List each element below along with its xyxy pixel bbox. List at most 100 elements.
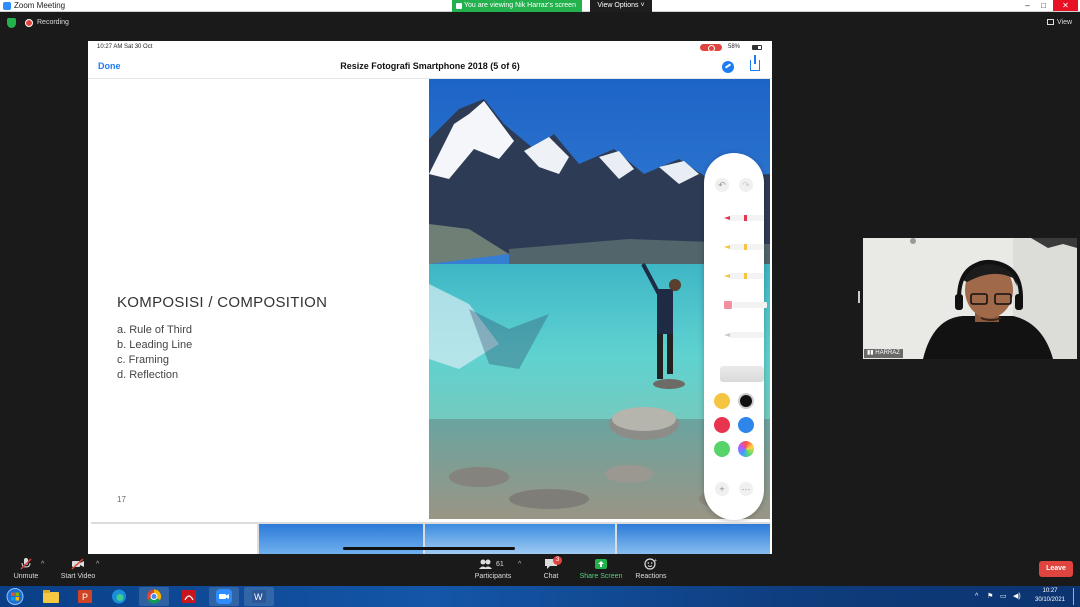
markup-pen-icon[interactable] — [722, 61, 734, 73]
viewing-screen-banner: You are viewing Nik Harraz's screen — [452, 0, 582, 12]
action-center-flag-icon[interactable]: ⚑ — [987, 586, 993, 607]
leave-button[interactable]: Leave — [1039, 561, 1073, 577]
ipad-nav-bar: Done Resize Fotografi Smartphone 2018 (5… — [88, 54, 772, 79]
participant-name-tag: ▮▮ HARRAZ — [864, 349, 903, 358]
list-item: c. Framing — [117, 354, 169, 366]
color-swatch-black[interactable] — [738, 393, 754, 409]
color-swatch-yellow[interactable] — [714, 393, 730, 409]
pencil-tool[interactable] — [724, 272, 764, 280]
powerpoint-icon[interactable]: P — [70, 587, 100, 606]
slide-heading: KOMPOSISI / COMPOSITION — [117, 294, 328, 311]
participants-label: Participants — [474, 573, 512, 580]
close-button[interactable]: ✕ — [1053, 0, 1078, 11]
page-thumbnail[interactable] — [617, 524, 770, 554]
color-swatch-blue[interactable] — [738, 417, 754, 433]
shared-screen: 10:27 AM Sat 30 Oct 58% Done Resize Foto… — [88, 41, 772, 554]
list-item: d. Reflection — [117, 369, 179, 381]
panel-resize-handle[interactable] — [858, 291, 860, 303]
reactions-label: Reactions — [635, 573, 667, 580]
reactions-button[interactable]: + Reactions — [633, 555, 669, 581]
title-bar: Zoom Meeting You are viewing Nik Harraz'… — [0, 0, 1080, 12]
redo-icon[interactable]: ↷ — [739, 178, 753, 192]
muted-microphone-icon — [19, 558, 33, 570]
chrome-browser-icon[interactable] — [139, 587, 169, 606]
participants-count: 61 — [496, 561, 504, 568]
ipad-time: 10:27 AM Sat 30 Oct — [97, 44, 153, 50]
participant-avatar — [863, 238, 1077, 359]
chat-label: Chat — [543, 573, 559, 580]
gallery-grid-icon — [1047, 19, 1054, 25]
more-icon[interactable]: ··· — [739, 482, 753, 496]
color-picker-icon[interactable] — [738, 441, 754, 457]
home-indicator — [343, 547, 515, 550]
ruler-tool[interactable] — [720, 366, 764, 382]
zoom-app-taskbar-icon[interactable] — [209, 587, 239, 606]
start-video-button[interactable]: Start Video — [58, 555, 98, 581]
screen-share-icon — [456, 3, 462, 9]
share-icon[interactable] — [750, 55, 760, 71]
minimize-icon: – — [1025, 1, 1030, 10]
marker-tool[interactable] — [724, 243, 764, 251]
document-title: Resize Fotografi Smartphone 2018 (5 of 6… — [340, 61, 520, 71]
view-options-label: View Options — [597, 2, 639, 9]
markup-toolbar: ↶ ↷ + ··· — [704, 153, 767, 520]
video-options-chevron-icon[interactable]: ^ — [96, 561, 99, 568]
slide-page-number: 17 — [117, 495, 126, 504]
clock-time: 10:27 — [1042, 588, 1058, 594]
svg-text:+: + — [654, 558, 657, 564]
battery-icon — [752, 45, 762, 50]
start-menu-icon[interactable] — [2, 587, 28, 606]
screen-recording-indicator — [700, 44, 722, 52]
clock-date: 30/10/2021 — [1034, 597, 1066, 603]
unmute-button[interactable]: Unmute — [8, 555, 44, 581]
share-banner-text: You are viewing Nik Harraz's screen — [464, 2, 576, 9]
encryption-shield-icon[interactable] — [7, 18, 16, 28]
list-item: b. Leading Line — [117, 339, 193, 351]
list-item: a. Rule of Third — [117, 324, 193, 336]
slide-text-panel: KOMPOSISI / COMPOSITION a. Rule of Third… — [91, 79, 429, 519]
share-screen-label: Share Screen — [579, 573, 623, 580]
taskbar-clock[interactable]: 10:27 30/10/2021 — [1030, 587, 1070, 605]
show-desktop-button[interactable] — [1073, 588, 1074, 605]
network-icon[interactable]: ▭ — [1000, 586, 1007, 607]
eraser-tool[interactable] — [724, 301, 767, 309]
slide-page: KOMPOSISI / COMPOSITION a. Rule of Third… — [91, 79, 770, 520]
word-icon[interactable]: W — [244, 587, 274, 606]
page-thumbnail[interactable] — [91, 524, 257, 554]
pen-tool[interactable] — [724, 214, 764, 222]
show-hidden-icons-chevron-icon[interactable]: ^ — [975, 586, 978, 607]
meeting-controls-bar: Unmute ^ Start Video ^ 61 Participants ^… — [0, 555, 1080, 586]
edge-browser-icon[interactable] — [104, 587, 134, 606]
svg-text:W: W — [254, 592, 263, 602]
share-screen-icon — [594, 558, 608, 570]
color-swatch-green[interactable] — [714, 441, 730, 457]
acrobat-reader-icon[interactable] — [174, 587, 204, 606]
zoom-app-icon — [3, 2, 11, 10]
volume-icon[interactable]: ◀) — [1013, 586, 1021, 607]
share-screen-button[interactable]: Share Screen — [579, 555, 623, 581]
unmute-label: Unmute — [13, 573, 39, 580]
view-label: View — [1057, 19, 1073, 26]
color-swatch-red[interactable] — [714, 417, 730, 433]
participants-button[interactable]: 61 Participants — [470, 555, 516, 581]
view-button[interactable]: View — [1047, 17, 1072, 29]
reactions-icon: + — [644, 558, 658, 570]
windows-taskbar: P W ^ ⚑ ▭ ◀) 10:27 30/10/2021 — [0, 586, 1080, 607]
undo-icon[interactable]: ↶ — [715, 178, 729, 192]
lasso-tool[interactable] — [724, 331, 764, 339]
participants-icon: 61 — [478, 558, 508, 570]
file-explorer-icon[interactable] — [36, 587, 66, 606]
video-off-icon — [71, 558, 85, 570]
maximize-button[interactable]: □ — [1037, 0, 1050, 11]
minimize-button[interactable]: – — [1021, 0, 1034, 11]
chat-unread-badge: 3 — [553, 556, 562, 565]
audio-options-chevron-icon[interactable]: ^ — [41, 561, 44, 568]
recording-label: Recording — [37, 19, 69, 26]
participant-name: HARRAZ — [875, 350, 900, 356]
composition-list: a. Rule of Third b. Leading Line c. Fram… — [117, 323, 192, 383]
add-icon[interactable]: + — [715, 482, 729, 496]
participants-chevron-icon[interactable]: ^ — [518, 561, 521, 568]
view-options-button[interactable]: View Options ˅ — [590, 0, 652, 12]
recording-icon — [25, 19, 33, 27]
participant-video[interactable]: ▮▮ HARRAZ — [863, 238, 1077, 359]
